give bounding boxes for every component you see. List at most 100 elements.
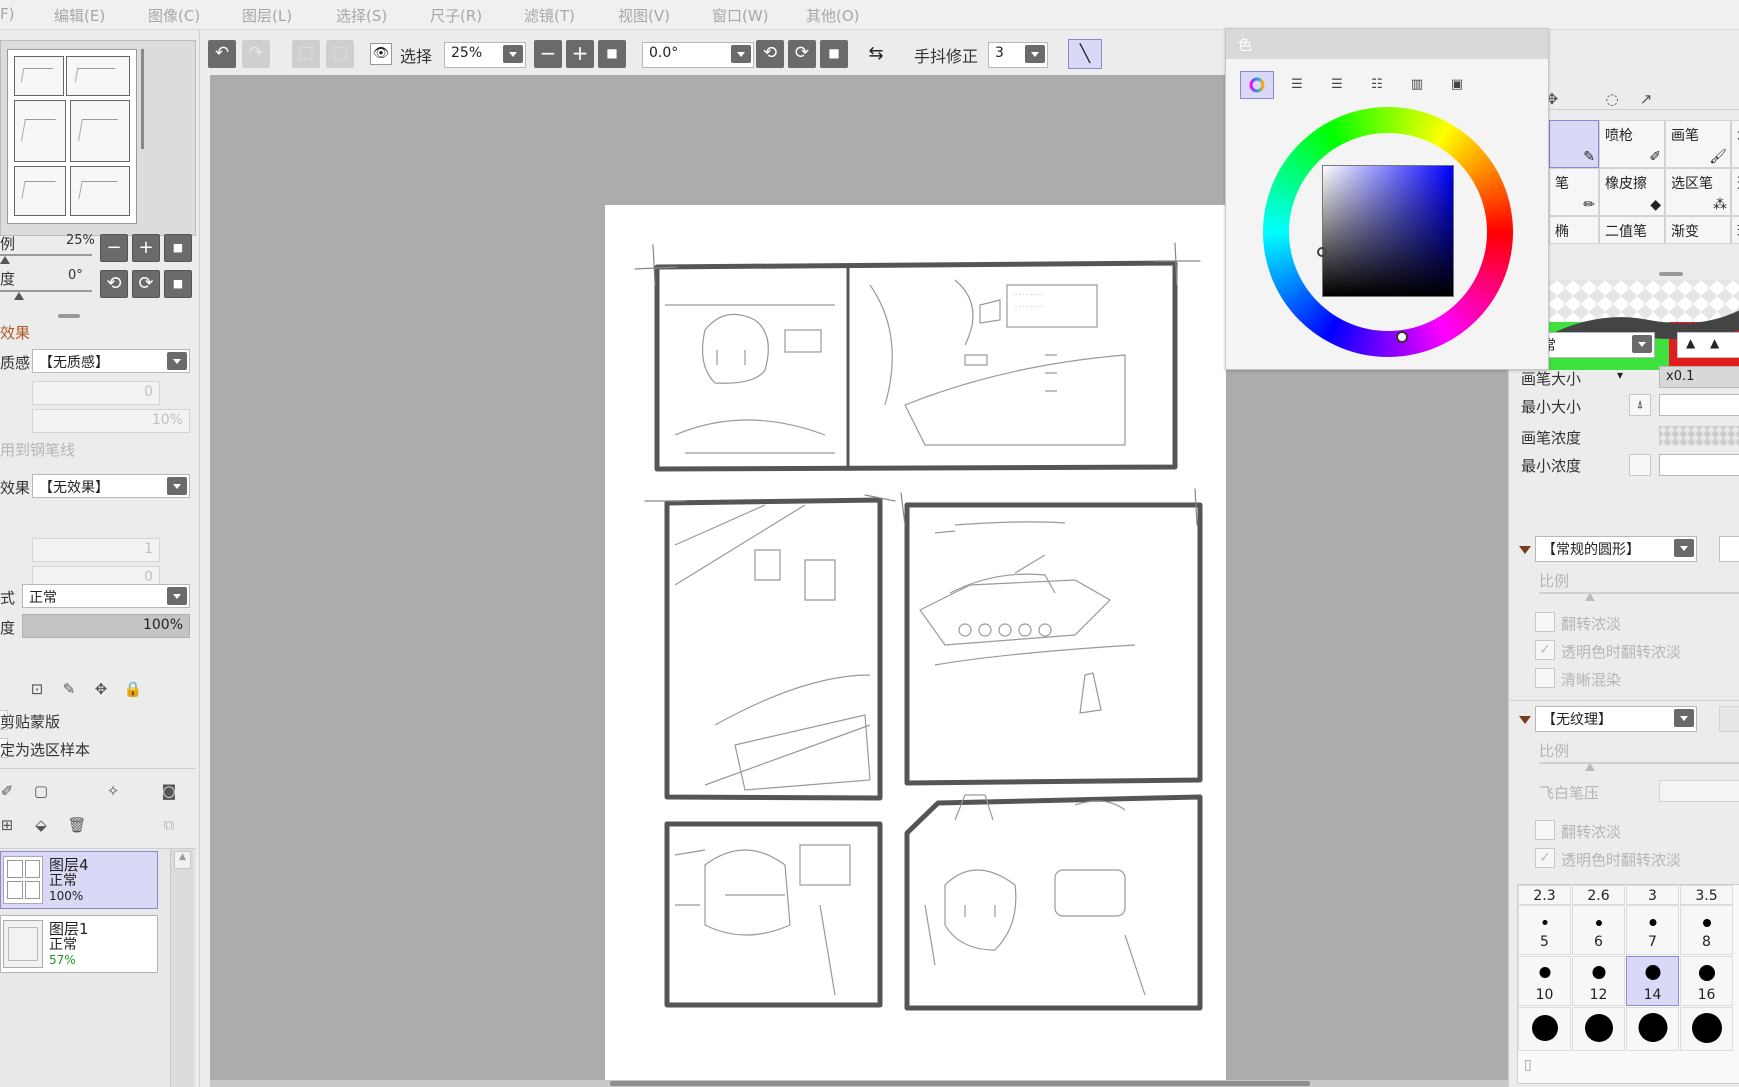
effect-dropdown[interactable]: 【无效果】 — [32, 474, 190, 498]
tool-pencil[interactable]: 笔 ✏ — [1549, 168, 1599, 216]
menu-layer[interactable]: 图层(L) — [242, 5, 292, 26]
brush-texture-dropdown[interactable]: 【无纹理】 — [1535, 706, 1697, 732]
navigator-thumbnail[interactable] — [7, 49, 137, 224]
layer-item-1[interactable]: 图层1 正常 57% — [0, 915, 158, 973]
saturation-value-square[interactable] — [1322, 165, 1454, 297]
rgb-slider-tab[interactable]: ☰ — [1280, 71, 1314, 99]
line-tool-toggle-icon[interactable]: ╲ — [1068, 39, 1102, 69]
color-dialog-titlebar[interactable]: 色 — [1226, 29, 1548, 59]
size-preset[interactable]: 2.3 — [1518, 885, 1571, 905]
tool-brush[interactable]: 画笔 🖌 — [1665, 120, 1731, 168]
size-preset[interactable]: 12 — [1572, 956, 1625, 1006]
min-size-field[interactable] — [1659, 394, 1739, 416]
menu-window[interactable]: 窗口(W) — [712, 5, 769, 26]
undo-button[interactable]: ↶ — [208, 40, 236, 68]
size-preset-active[interactable]: 14 — [1626, 956, 1679, 1006]
zoom-out-button[interactable]: − — [100, 234, 128, 262]
menu-file[interactable]: F) — [0, 5, 14, 23]
tool-pen[interactable]: ✎ — [1549, 120, 1599, 168]
panel-splitter[interactable] — [1659, 272, 1683, 276]
rotate-left-button[interactable]: ⟲ — [756, 40, 784, 68]
tool-gradient[interactable]: 渐变 — [1665, 216, 1731, 244]
tool-sphere[interactable]: 球 — [1731, 216, 1739, 244]
size-preset[interactable] — [1572, 1007, 1625, 1051]
lock-move-icon[interactable]: ✥ — [90, 678, 112, 700]
horizontal-scroll-thumb[interactable] — [610, 1081, 1310, 1086]
size-preset[interactable]: 10 — [1518, 956, 1571, 1006]
manga-page-canvas[interactable]: · · · · · · · · · · · · · · · · — [605, 205, 1226, 1084]
layer-item-4[interactable]: 图层4 正常 100% — [0, 851, 158, 909]
brush-shape-dropdown[interactable]: 【常规的圆形】 — [1535, 536, 1697, 562]
panel-splitter[interactable] — [58, 314, 80, 318]
size-preset[interactable]: 8 — [1680, 905, 1733, 955]
merge-layer-icon[interactable]: ⬙ — [30, 814, 52, 836]
tool-selection-eraser[interactable]: 选 — [1731, 168, 1739, 216]
menu-select[interactable]: 选择(S) — [336, 5, 387, 26]
tool-airbrush[interactable]: 喷枪 ✐ — [1599, 120, 1665, 168]
lock-paint-icon[interactable]: ✎ — [58, 678, 80, 700]
sv-picker-handle[interactable] — [1317, 247, 1327, 257]
min-density-field[interactable] — [1659, 454, 1739, 476]
rotate-reset-button[interactable]: ■ — [164, 270, 192, 298]
tool-water[interactable]: 水 — [1731, 120, 1739, 168]
shape-collapse-icon[interactable] — [1519, 546, 1531, 554]
new-layer-icon[interactable]: ✐ — [0, 780, 18, 802]
hsv-slider-tab[interactable]: ☰ — [1320, 71, 1354, 99]
texture-dropdown[interactable]: 【无质感】 — [32, 349, 190, 373]
zoom-dropdown[interactable]: 25% — [444, 42, 526, 68]
scale-slider-knob[interactable] — [0, 256, 10, 264]
rotate-right-button[interactable]: ⟳ — [132, 270, 160, 298]
menu-image[interactable]: 图像(C) — [148, 5, 200, 26]
size-preset[interactable] — [1518, 1007, 1571, 1051]
layer-effect-icon[interactable]: ✧ — [102, 780, 124, 802]
scale-slider[interactable] — [0, 254, 92, 256]
scroll-up-button[interactable]: ▲ — [174, 851, 191, 869]
palette-tab[interactable]: ▥ — [1400, 71, 1434, 99]
tool-eraser[interactable]: 橡皮擦 ◆ — [1599, 168, 1665, 216]
new-layer-folder-icon[interactable]: ▢ — [30, 780, 52, 802]
texture-collapse-icon[interactable] — [1519, 716, 1531, 724]
rotate-reset-button[interactable]: ■ — [820, 40, 848, 68]
shape-option-button[interactable] — [1719, 536, 1739, 562]
zoom-in-button[interactable]: + — [566, 40, 594, 68]
size-preset[interactable] — [1626, 1007, 1679, 1051]
lasso-icon[interactable]: ◌ — [1601, 88, 1623, 110]
rotate-right-button[interactable]: ⟳ — [788, 40, 816, 68]
eye-icon[interactable]: 👁 — [370, 43, 392, 65]
rotate-left-button[interactable]: ⟲ — [100, 270, 128, 298]
menu-edit[interactable]: 编辑(E) — [54, 5, 105, 26]
navigator-panel[interactable] — [0, 40, 196, 236]
size-palette-trash-icon[interactable]: ▯ — [1524, 1057, 1532, 1073]
tool-ellipse[interactable]: 椭 — [1549, 216, 1599, 244]
zoom-in-button[interactable]: + — [132, 234, 160, 262]
menu-view[interactable]: 视图(V) — [618, 5, 670, 26]
size-preset[interactable]: 3.5 — [1680, 885, 1733, 905]
trash-icon[interactable]: 🗑 — [66, 814, 88, 836]
menu-others[interactable]: 其他(O) — [806, 5, 860, 26]
rotation-dropdown[interactable]: 0.0° — [642, 42, 754, 68]
flip-horizontal-icon[interactable]: ⇆ — [864, 42, 888, 66]
brush-size-multiplier[interactable]: x0.1 — [1659, 366, 1739, 388]
menu-filter[interactable]: 滤镜(T) — [524, 5, 575, 26]
size-preset[interactable]: 5 — [1518, 905, 1571, 955]
navigator-scrollbar[interactable] — [141, 49, 144, 149]
brush-shape-sharp-icon[interactable]: ▲ — [1686, 336, 1695, 350]
arrow-icon[interactable]: ↗ — [1635, 88, 1657, 110]
new-linework-layer-icon[interactable]: ⊞ — [0, 814, 18, 836]
blend-mode-dropdown[interactable]: 正常 — [22, 584, 190, 608]
layer-list-scrollbar[interactable]: ▲ — [170, 849, 194, 1087]
zoom-out-button[interactable]: − — [534, 40, 562, 68]
pressure-icon[interactable]: ⍋ — [1629, 394, 1651, 416]
hue-picker-handle[interactable] — [1396, 331, 1408, 343]
size-preset[interactable]: 2.6 — [1572, 885, 1625, 905]
lock-transparency-icon[interactable]: ⊡ — [26, 678, 48, 700]
size-preset[interactable]: 6 — [1572, 905, 1625, 955]
lock-all-icon[interactable]: 🔒 — [122, 678, 144, 700]
tool-binary-pen[interactable]: 二值笔 — [1599, 216, 1665, 244]
zoom-reset-button[interactable]: ■ — [164, 234, 192, 262]
angle-slider-knob[interactable] — [14, 292, 24, 300]
opacity-slider[interactable]: 100% — [22, 614, 190, 638]
size-preset[interactable]: 7 — [1626, 905, 1679, 955]
stabilizer-dropdown[interactable]: 3 — [988, 42, 1048, 68]
size-preset[interactable]: 16 — [1680, 956, 1733, 1006]
